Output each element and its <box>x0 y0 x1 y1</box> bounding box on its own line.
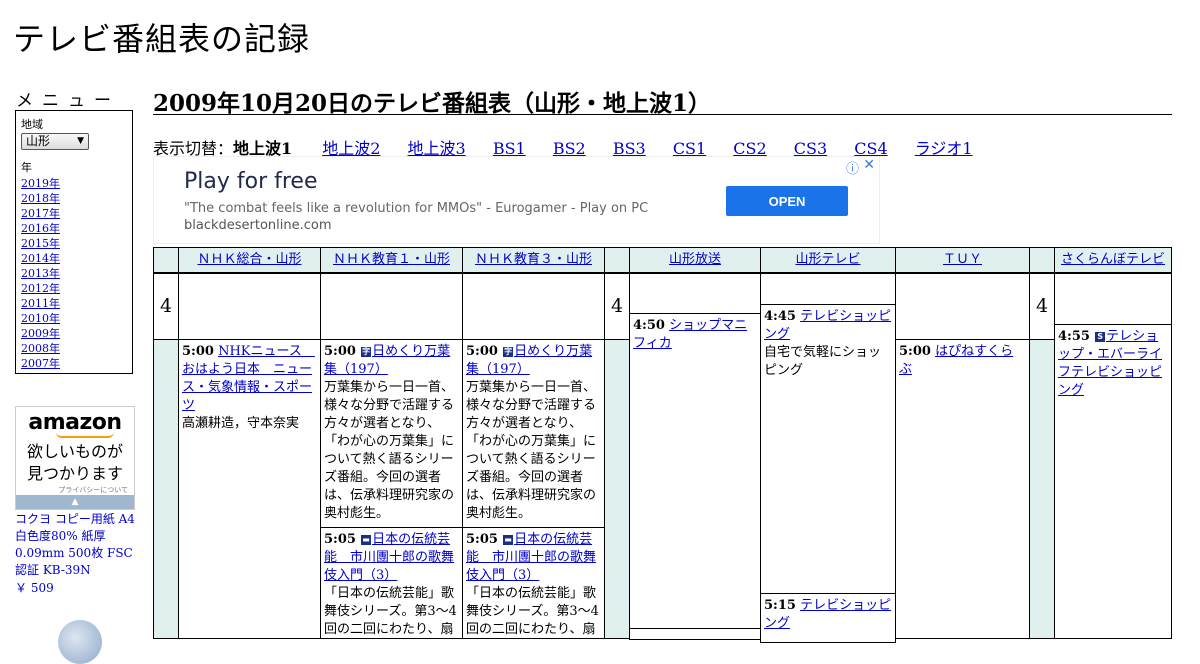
year-link[interactable]: 2019年 <box>21 176 127 191</box>
channel-header-nhk-sogo[interactable]: ＮＨＫ総合・山形 <box>178 247 321 273</box>
year-link[interactable]: 2015年 <box>21 236 127 251</box>
amazon-logo: amazon <box>28 410 122 435</box>
amazon-catch-line1: 欲しいものが <box>26 442 123 461</box>
year-link[interactable]: 2008年 <box>21 341 127 356</box>
hour-label: 4 <box>153 273 179 340</box>
program-cell: 4:45 テレビショッピング 自宅で気軽にショッピング <box>760 304 896 594</box>
program-cell: 5:05 ▬ 日本の伝統芸能 市川團十郎の歌舞伎入門（3） 「日本の伝統芸能」歌舞… <box>462 527 605 639</box>
empty-slot <box>1054 273 1172 325</box>
program-desc: 万葉集から一日一首、様々な分野で活躍する方々が選者となり、「わが心の万葉集」につ… <box>324 380 455 521</box>
empty-slot <box>629 273 761 314</box>
ad-banner[interactable]: Play for free "The combat feels like a r… <box>153 156 880 244</box>
site-title: テレビ番組表の記録 <box>13 20 311 58</box>
year-link[interactable]: 2010年 <box>21 311 127 326</box>
empty-slot <box>462 273 605 340</box>
menu-heading: メニュー <box>16 91 120 111</box>
tv-icon: ▬ <box>361 535 372 545</box>
program-desc: 万葉集から一日一首、様々な分野で活躍する方々が選者となり、「わが心の万葉集」につ… <box>466 380 597 521</box>
ad-title: Play for free <box>184 169 318 194</box>
channel-header-yts[interactable]: 山形テレビ <box>760 247 896 273</box>
year-link[interactable]: 2018年 <box>21 191 127 206</box>
region-label: 地域 <box>21 118 43 131</box>
channel-header-ybc[interactable]: 山形放送 <box>629 247 761 273</box>
ad-info-icon[interactable]: ⓘ <box>846 158 859 177</box>
channel-header-sakuranbo[interactable]: さくらんぼテレビ <box>1054 247 1172 273</box>
program-desc: 「日本の伝統芸能」歌舞伎シリーズ。第3～4回の二回にわたり、扇 <box>324 586 457 637</box>
program-cell: 4:50 ショップマニフィカ <box>629 313 761 629</box>
program-time: 5:00 <box>466 344 498 359</box>
year-link[interactable]: 2014年 <box>21 251 127 266</box>
program-time: 4:50 <box>633 318 665 333</box>
page-heading: 2009年10月20日のテレビ番組表（山形・地上波1） <box>153 84 1172 117</box>
hour-header <box>153 247 179 273</box>
ad-quote: "The combat feels like a revolution for … <box>184 201 649 216</box>
program-time: 5:00 <box>324 344 356 359</box>
empty-slot <box>895 273 1030 340</box>
year-label: 年 <box>21 161 32 174</box>
amazon-ad[interactable]: amazon 欲しいものが 見つかります プライバシーについて ▲ <box>15 406 135 510</box>
program-cell: 5:00 字日めくり万葉集（197） 万葉集から一日一首、様々な分野で活躍する方… <box>320 339 463 528</box>
amazon-catch-line2: 見つかります <box>26 464 123 483</box>
ad-domain: blackdesertonline.com <box>184 218 332 233</box>
region-select[interactable]: 山形 ▼ <box>21 133 89 150</box>
region-select-value: 山形 <box>26 134 51 148</box>
channel-header-nhk-edu3[interactable]: ＮＨＫ教育３・山形 <box>462 247 605 273</box>
amazon-product-link[interactable]: コクヨ コピー用紙 A4 白色度80% 紙厚 0.09mm 500枚 FSC認証… <box>15 511 140 579</box>
amazon-privacy-link[interactable]: プライバシーについて <box>16 485 134 495</box>
amazon-product-price: ￥ 509 <box>15 581 54 595</box>
program-time: 5:15 <box>764 598 796 613</box>
stereo-icon: S <box>1095 332 1106 342</box>
empty-slot <box>320 273 463 340</box>
year-link[interactable]: 2011年 <box>21 296 127 311</box>
year-list: 2019年 2018年 2017年 2016年 2015年 2014年 2013… <box>21 176 127 371</box>
ad-close-icon[interactable]: ✕ <box>863 157 875 173</box>
program-cell: 5:15 テレビショッピング <box>760 593 896 643</box>
program-cell: 5:00 字日めくり万葉集（197） 万葉集から一日一首、様々な分野で活躍する方… <box>462 339 605 528</box>
chevron-down-icon: ▼ <box>77 136 84 146</box>
hour-column <box>604 339 630 639</box>
year-link[interactable]: 2016年 <box>21 221 127 236</box>
empty-slot <box>178 273 321 340</box>
program-desc: 自宅で気軽にショッピング <box>764 345 882 378</box>
subtitle-icon: 字 <box>503 347 514 357</box>
globe-icon <box>58 620 102 664</box>
switcher-link-radio1[interactable]: ラジオ1 <box>915 139 973 158</box>
program-cell: 5:00 NHKニュース おはよう日本 ニュース・気象情報・スポーツ 高瀬耕造，… <box>178 339 321 639</box>
program-time: 5:05 <box>466 532 498 547</box>
channel-header-nhk-edu1[interactable]: ＮＨＫ教育１・山形 <box>320 247 463 273</box>
program-time: 4:55 <box>1058 329 1090 344</box>
program-desc: 高瀬耕造，守本奈実 <box>182 416 300 431</box>
hour-column <box>153 339 179 639</box>
tv-icon: ▬ <box>503 535 514 545</box>
program-desc: 「日本の伝統芸能」歌舞伎シリーズ。第3～4回の二回にわたり、扇 <box>466 586 599 637</box>
ad-open-button[interactable]: OPEN <box>726 186 848 216</box>
year-link[interactable]: 2007年 <box>21 356 127 371</box>
menu-box: 地域 山形 ▼ 年 2019年 2018年 2017年 2016年 2015年 … <box>15 110 133 374</box>
year-link[interactable]: 2013年 <box>21 266 127 281</box>
program-time: 5:05 <box>324 532 356 547</box>
year-link[interactable]: 2012年 <box>21 281 127 296</box>
program-cell: 5:00 はぴねすくらぶ <box>895 339 1030 639</box>
year-link[interactable]: 2017年 <box>21 206 127 221</box>
amazon-expand-icon[interactable]: ▲ <box>16 495 134 509</box>
hour-header <box>1029 247 1055 273</box>
hour-column <box>1029 339 1055 639</box>
empty-slot <box>760 273 896 305</box>
subtitle-icon: 字 <box>361 347 372 357</box>
channel-header-tuy[interactable]: ＴＵＹ <box>895 247 1030 273</box>
year-link[interactable]: 2009年 <box>21 326 127 341</box>
hour-label: 4 <box>604 273 630 340</box>
program-time: 5:00 <box>899 344 931 359</box>
program-time: 5:00 <box>182 344 214 359</box>
hour-header <box>604 247 630 273</box>
program-time: 4:45 <box>764 309 796 324</box>
program-cell: 5:05 ▬ 日本の伝統芸能 市川團十郎の歌舞伎入門（3） 「日本の伝統芸能」歌舞… <box>320 527 463 639</box>
program-cell: 4:55 S テレショップ・エバーライフテレビショッピング <box>1054 324 1172 639</box>
hour-label: 4 <box>1029 273 1055 340</box>
